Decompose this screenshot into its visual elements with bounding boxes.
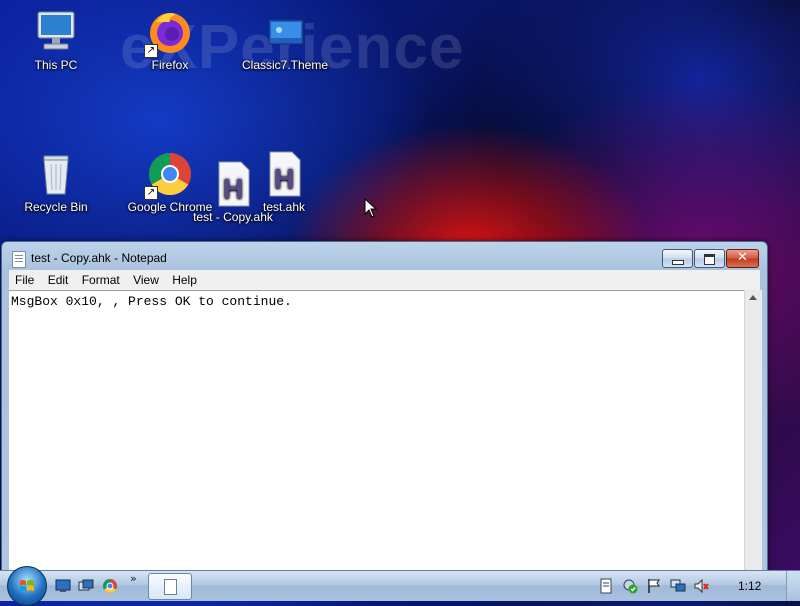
minimize-button[interactable] (662, 249, 693, 268)
shortcut-arrow-icon: ↗ (144, 186, 158, 200)
desktop-icon-test-ahk[interactable]: H test.ahk (236, 150, 332, 214)
close-button[interactable]: ✕ (726, 249, 759, 268)
document-tray-icon[interactable] (598, 578, 614, 594)
start-button[interactable] (7, 566, 47, 606)
notepad-window[interactable]: test - Copy.ahk - Notepad ✕ File Edit Fo… (1, 241, 768, 573)
vertical-scrollbar[interactable] (744, 290, 762, 572)
desktop-icon-label: test.ahk (262, 200, 306, 214)
desktop-icon-label: Recycle Bin (24, 200, 88, 214)
window-title: test - Copy.ahk - Notepad (31, 251, 167, 265)
network-icon[interactable] (670, 578, 686, 594)
text-editor[interactable]: MsgBox 0x10, , Press OK to continue. (9, 290, 744, 572)
taskbar-button-notepad[interactable] (148, 573, 192, 600)
menu-bar: File Edit Format View Help (9, 270, 760, 290)
notepad-icon (164, 579, 177, 595)
desktop-icon-this-pc[interactable]: This PC (8, 8, 104, 72)
desktop-icon-label: Classic7.Theme (241, 58, 329, 72)
desktop-icon-recycle-bin[interactable]: Recycle Bin (8, 150, 104, 214)
show-desktop-button[interactable] (786, 571, 800, 601)
ahk-script-icon: H (260, 150, 308, 198)
desktop-icon-classic7-theme[interactable]: Classic7.Theme (237, 8, 333, 72)
notepad-titlebar[interactable]: test - Copy.ahk - Notepad ✕ (2, 242, 767, 270)
desktop-icon-label: This PC (34, 58, 78, 72)
theme-icon (261, 8, 309, 56)
menu-format[interactable]: Format (76, 270, 124, 287)
computer-icon (32, 8, 80, 56)
quicklaunch-more-icon[interactable]: » (130, 572, 137, 585)
security-check-icon[interactable] (622, 578, 638, 594)
chrome-quicklaunch-icon[interactable] (102, 578, 118, 594)
menu-help[interactable]: Help (166, 270, 201, 287)
action-center-flag-icon[interactable] (646, 578, 662, 594)
taskbar: » 1:12 (0, 566, 800, 606)
menu-view[interactable]: View (127, 270, 163, 287)
system-clock[interactable]: 1:12 (738, 579, 761, 593)
volume-muted-icon[interactable] (694, 578, 710, 594)
recycle-bin-icon (32, 150, 80, 198)
desktop-icon-firefox[interactable]: ↗ Firefox (122, 8, 218, 72)
menu-edit[interactable]: Edit (42, 270, 73, 287)
show-desktop-quicklaunch-icon[interactable] (55, 578, 71, 594)
maximize-button[interactable] (694, 249, 725, 268)
svg-text:H: H (274, 163, 294, 194)
menu-file[interactable]: File (9, 270, 38, 287)
firefox-icon: ↗ (144, 8, 194, 58)
shortcut-arrow-icon: ↗ (144, 44, 158, 58)
windows-logo-icon (20, 580, 34, 591)
switch-windows-icon[interactable] (78, 578, 94, 594)
mouse-cursor-icon (364, 198, 378, 218)
desktop-icon-label: Firefox (151, 58, 189, 72)
notepad-icon (12, 251, 26, 268)
scroll-up-icon[interactable] (749, 295, 757, 300)
